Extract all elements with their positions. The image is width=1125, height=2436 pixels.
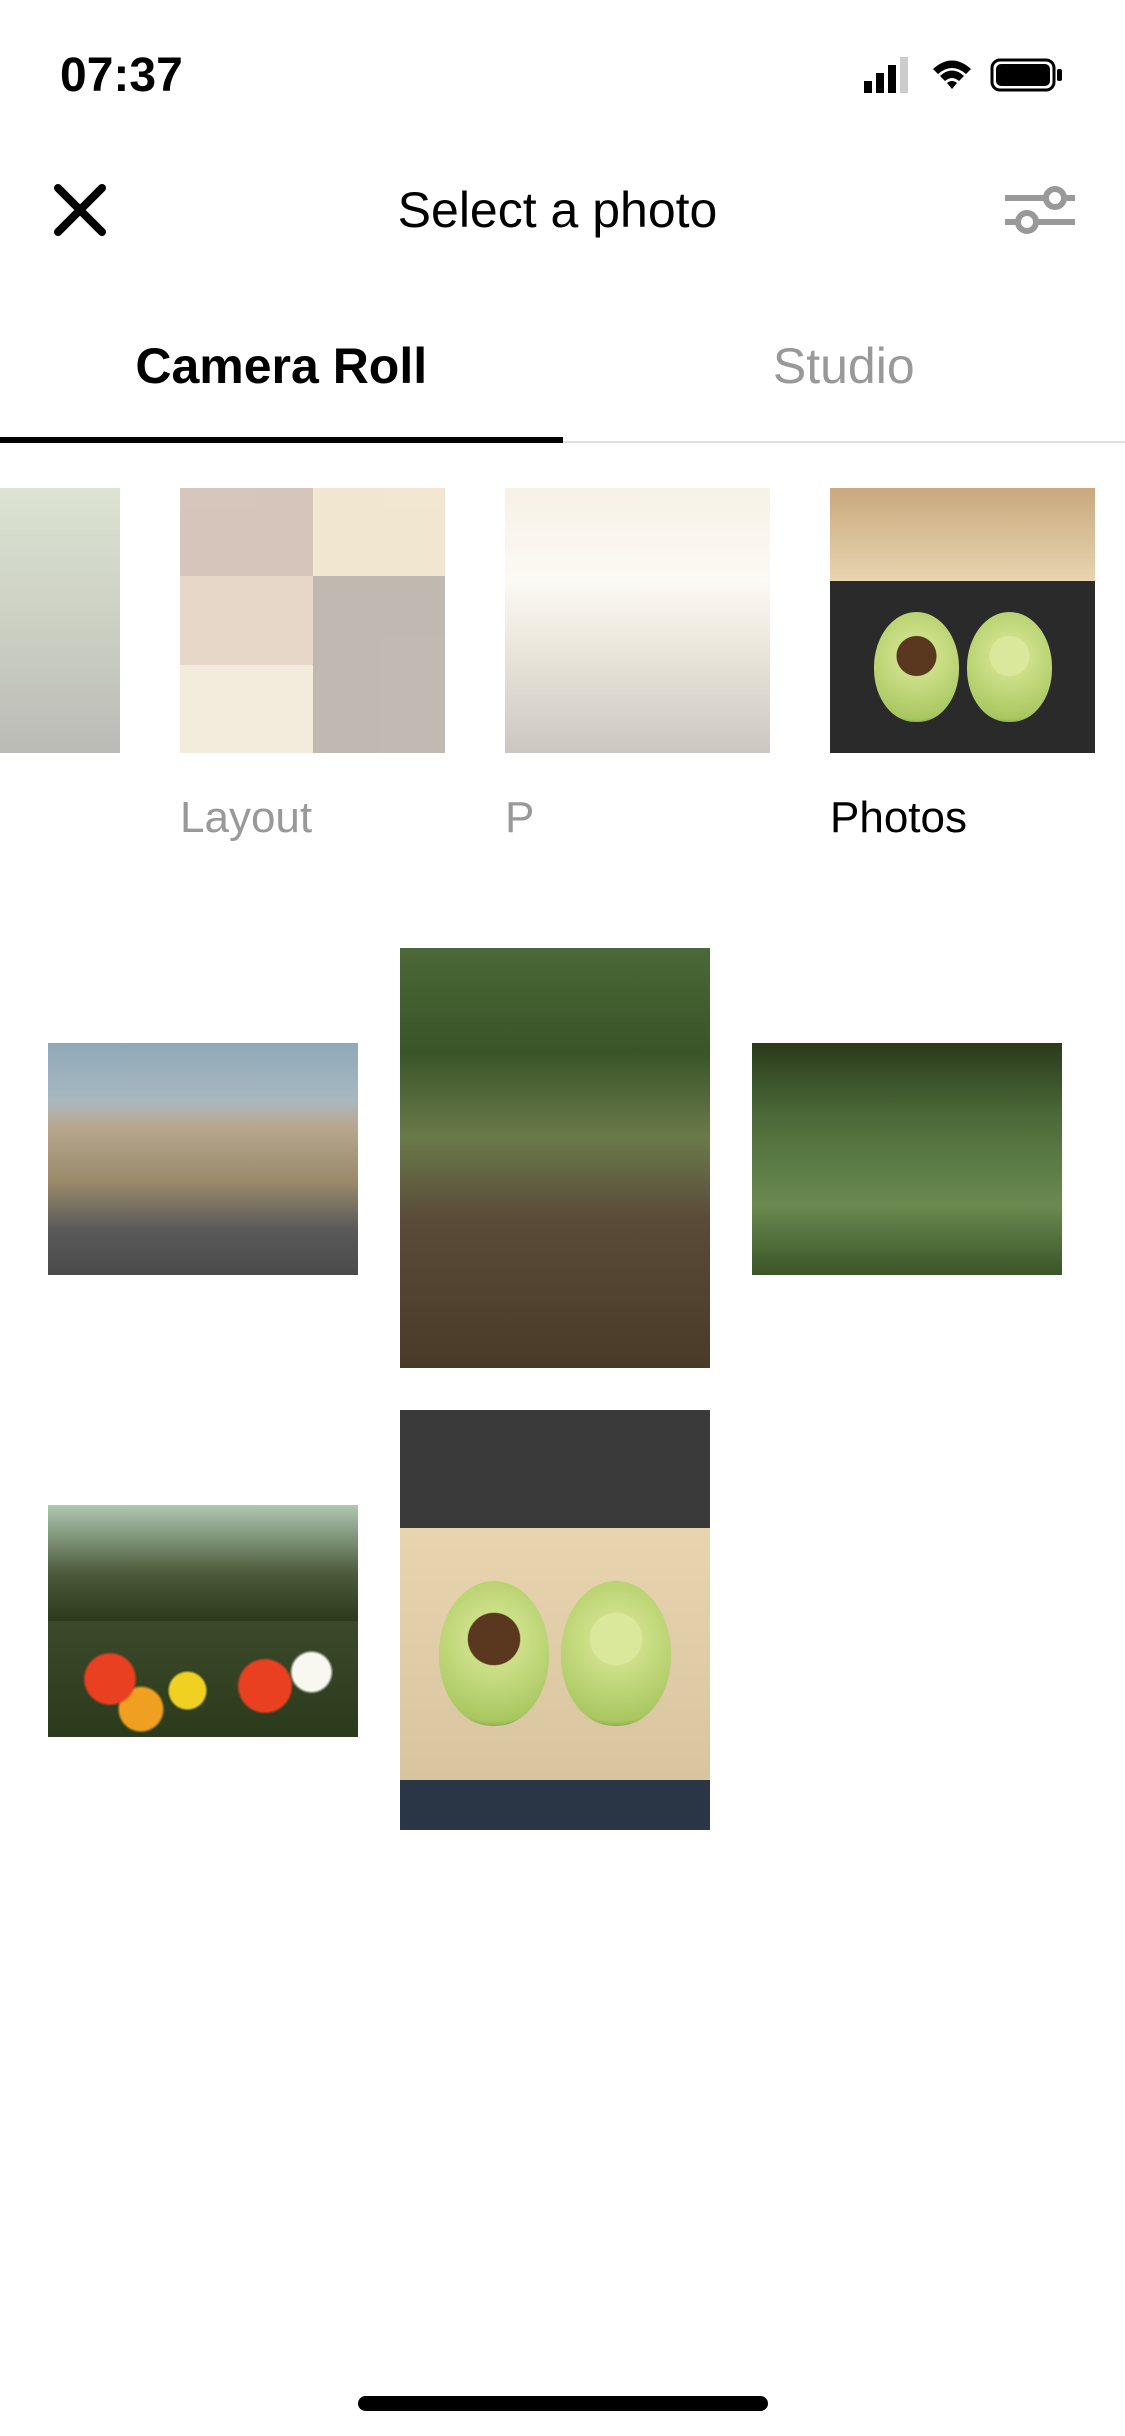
photos-grid [0, 843, 1125, 1830]
close-icon[interactable] [50, 180, 110, 240]
battery-icon [990, 56, 1065, 94]
photo-thumbnail[interactable] [48, 1043, 358, 1275]
album-thumbnail [830, 488, 1095, 753]
album-item[interactable]: P [505, 488, 770, 843]
album-thumbnail [180, 488, 445, 753]
photo-thumbnail[interactable] [400, 1410, 710, 1830]
album-label: P [505, 793, 770, 843]
photo-thumbnail[interactable] [752, 1043, 1062, 1275]
albums-row[interactable]: ram Layout P Photos [0, 443, 1125, 843]
filter-settings-icon[interactable] [1005, 185, 1075, 235]
tab-label: Camera Roll [135, 337, 427, 395]
photo-thumbnail[interactable] [48, 1505, 358, 1737]
tab-camera-roll[interactable]: Camera Roll [0, 290, 563, 441]
album-label: Layout [180, 793, 445, 843]
album-thumbnail [0, 488, 120, 753]
home-indicator[interactable] [358, 2396, 768, 2411]
tab-studio[interactable]: Studio [563, 290, 1125, 441]
album-item[interactable]: Photos [830, 488, 1095, 843]
status-bar: 07:37 [0, 0, 1125, 130]
wifi-icon [929, 57, 975, 93]
album-label: ram [0, 793, 120, 843]
photo-thumbnail[interactable] [400, 948, 710, 1368]
album-item[interactable]: Layout [180, 488, 445, 843]
tab-label: Studio [773, 337, 915, 395]
header: Select a photo [0, 130, 1125, 290]
cellular-signal-icon [864, 57, 914, 93]
status-time: 07:37 [60, 48, 183, 103]
album-thumbnail [505, 488, 770, 753]
album-item[interactable]: ram [0, 488, 120, 843]
page-title: Select a photo [398, 181, 718, 239]
album-label: Photos [830, 793, 1095, 843]
tabs: Camera Roll Studio [0, 290, 1125, 443]
status-icons [864, 56, 1065, 94]
